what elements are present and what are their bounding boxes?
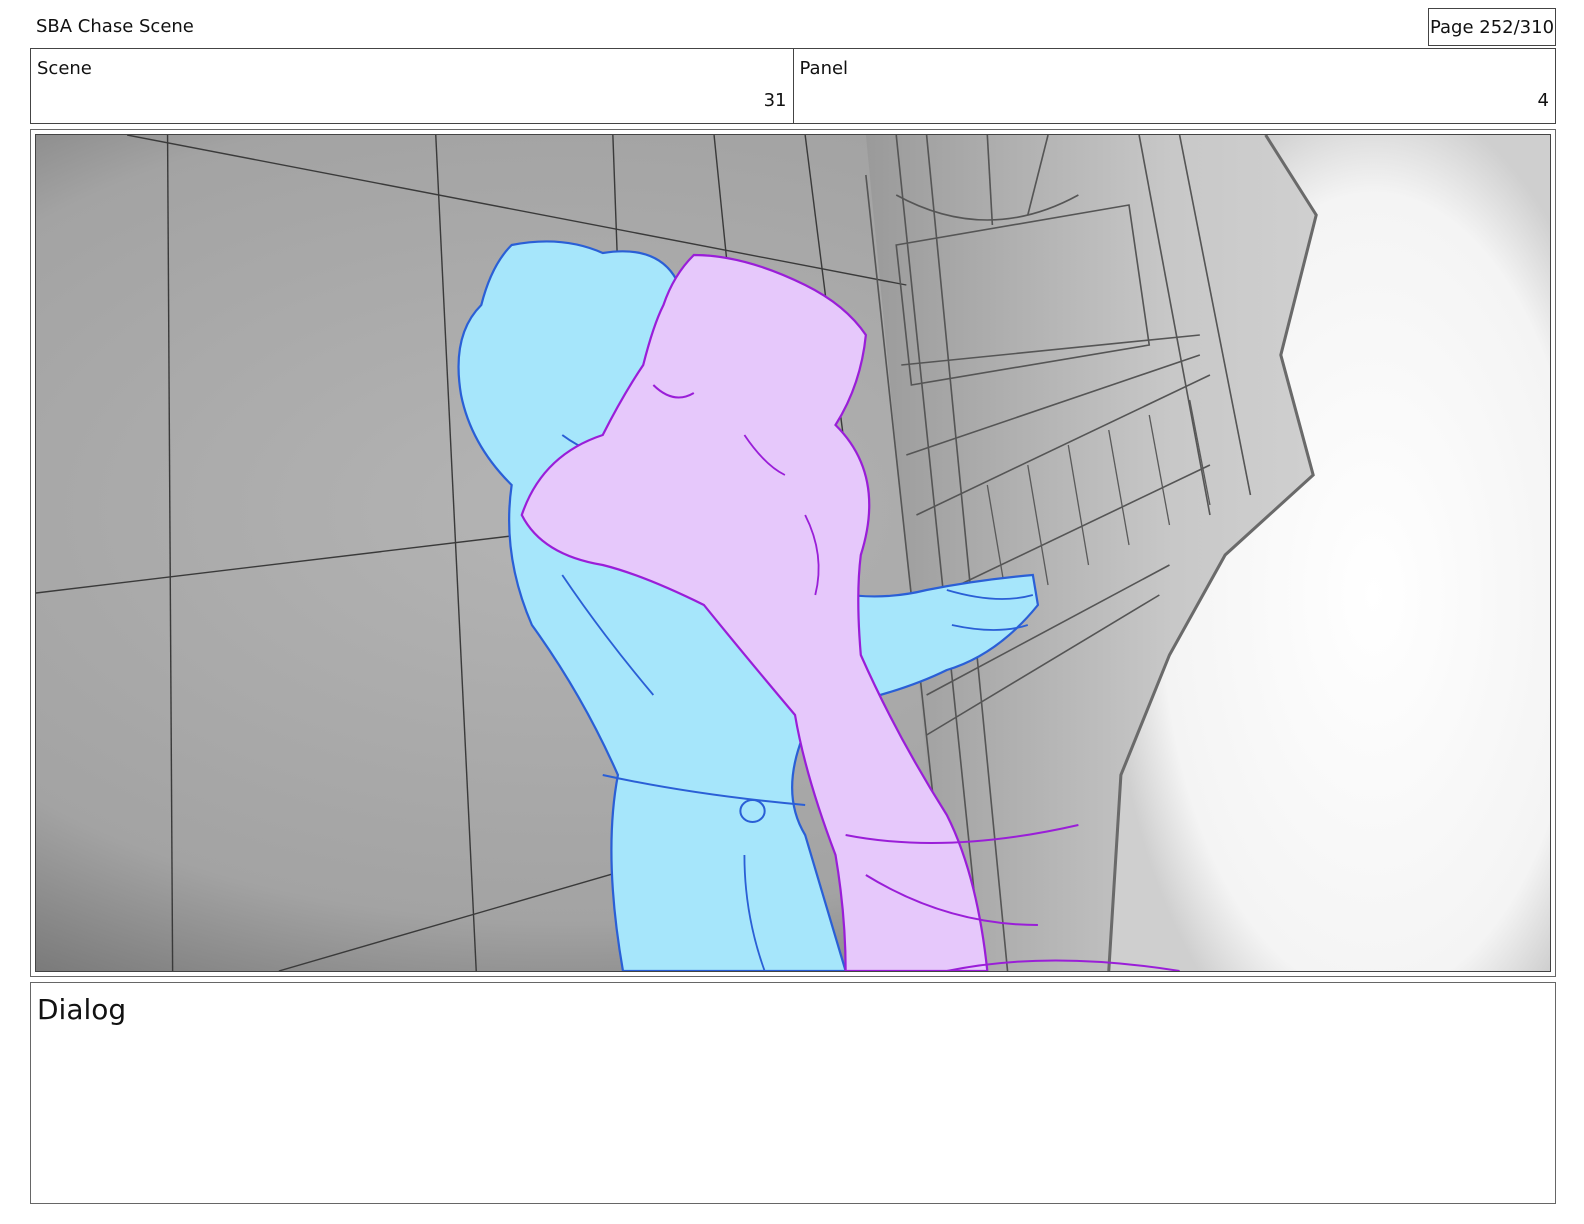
scene-cell: Scene 31	[31, 49, 793, 123]
storyboard-drawing	[35, 134, 1551, 972]
dialog-box: Dialog	[30, 982, 1556, 1204]
dialog-label: Dialog	[37, 993, 127, 1026]
scene-panel-info: Scene 31 Panel 4	[30, 48, 1556, 124]
storyboard-frame	[30, 129, 1556, 977]
storyboard-title: SBA Chase Scene	[36, 16, 194, 37]
panel-cell: Panel 4	[792, 49, 1556, 123]
page-counter: Page 252/310	[1428, 8, 1556, 46]
scene-number: 31	[763, 90, 787, 111]
panel-label: Panel	[799, 58, 849, 79]
sketch-illustration	[36, 135, 1550, 971]
scene-label: Scene	[37, 58, 92, 79]
panel-number: 4	[1537, 90, 1549, 111]
